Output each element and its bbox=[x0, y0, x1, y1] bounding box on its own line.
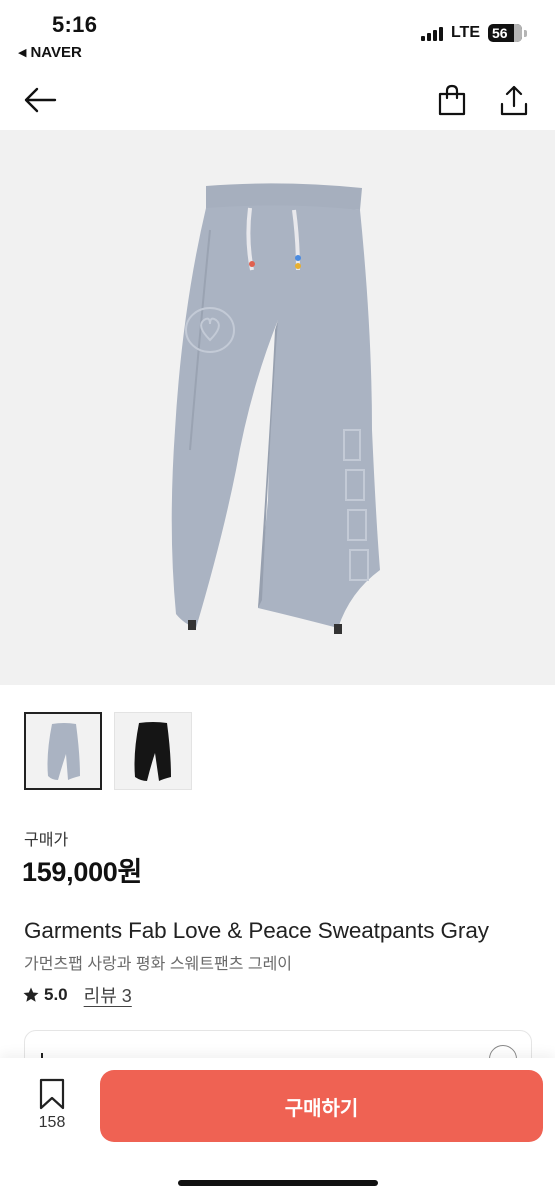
home-indicator bbox=[178, 1180, 378, 1186]
product-image[interactable] bbox=[0, 130, 555, 685]
thumbnail-strip bbox=[24, 712, 192, 790]
product-title-en: Garments Fab Love & Peace Sweatpants Gra… bbox=[24, 918, 489, 943]
bookmark-count: 158 bbox=[38, 1114, 66, 1131]
black-pants-thumb-image bbox=[134, 722, 171, 781]
sweatpants-image bbox=[171, 183, 380, 634]
network-type: LTE bbox=[450, 24, 480, 41]
cellular-signal-icon bbox=[420, 25, 443, 41]
rating-row: 5.0 리뷰 3 bbox=[22, 982, 132, 1008]
price-value: 159,000원 bbox=[22, 857, 143, 887]
back-to-app-link[interactable]: ◀ NAVER bbox=[18, 44, 82, 61]
back-triangle-icon: ◀ bbox=[18, 47, 27, 59]
gray-pants-thumb-image bbox=[47, 723, 80, 780]
bookmark-button[interactable]: 158 bbox=[28, 1078, 76, 1138]
bookmark-icon bbox=[39, 1078, 65, 1110]
review-link[interactable]: 리뷰 3 bbox=[84, 982, 132, 1008]
shopping-bag-icon[interactable] bbox=[432, 80, 472, 120]
bottom-action-bar: 158 구매하기 bbox=[0, 1058, 555, 1200]
status-indicators: LTE 56 bbox=[420, 24, 527, 42]
buy-button[interactable]: 구매하기 bbox=[100, 1070, 543, 1142]
share-icon[interactable] bbox=[494, 80, 534, 120]
back-app-label: NAVER bbox=[30, 44, 82, 61]
arrow-left-icon[interactable] bbox=[20, 80, 60, 120]
battery-level: 56 bbox=[492, 25, 508, 41]
status-time: 5:16 bbox=[52, 12, 98, 37]
star-icon bbox=[23, 987, 39, 1002]
rating-score: 5.0 bbox=[44, 985, 68, 1004]
product-title-ko: 가먼츠팹 사랑과 평화 스웨트팬츠 그레이 bbox=[24, 956, 293, 973]
top-nav-bar bbox=[0, 70, 555, 130]
thumbnail-gray[interactable] bbox=[24, 712, 102, 790]
battery-tip bbox=[524, 29, 527, 37]
status-bar: 5:16 ◀ NAVER LTE 56 bbox=[0, 0, 555, 70]
battery-icon: 56 bbox=[488, 24, 522, 42]
thumbnail-black[interactable] bbox=[114, 712, 192, 790]
price-label: 구매가 bbox=[24, 832, 69, 849]
